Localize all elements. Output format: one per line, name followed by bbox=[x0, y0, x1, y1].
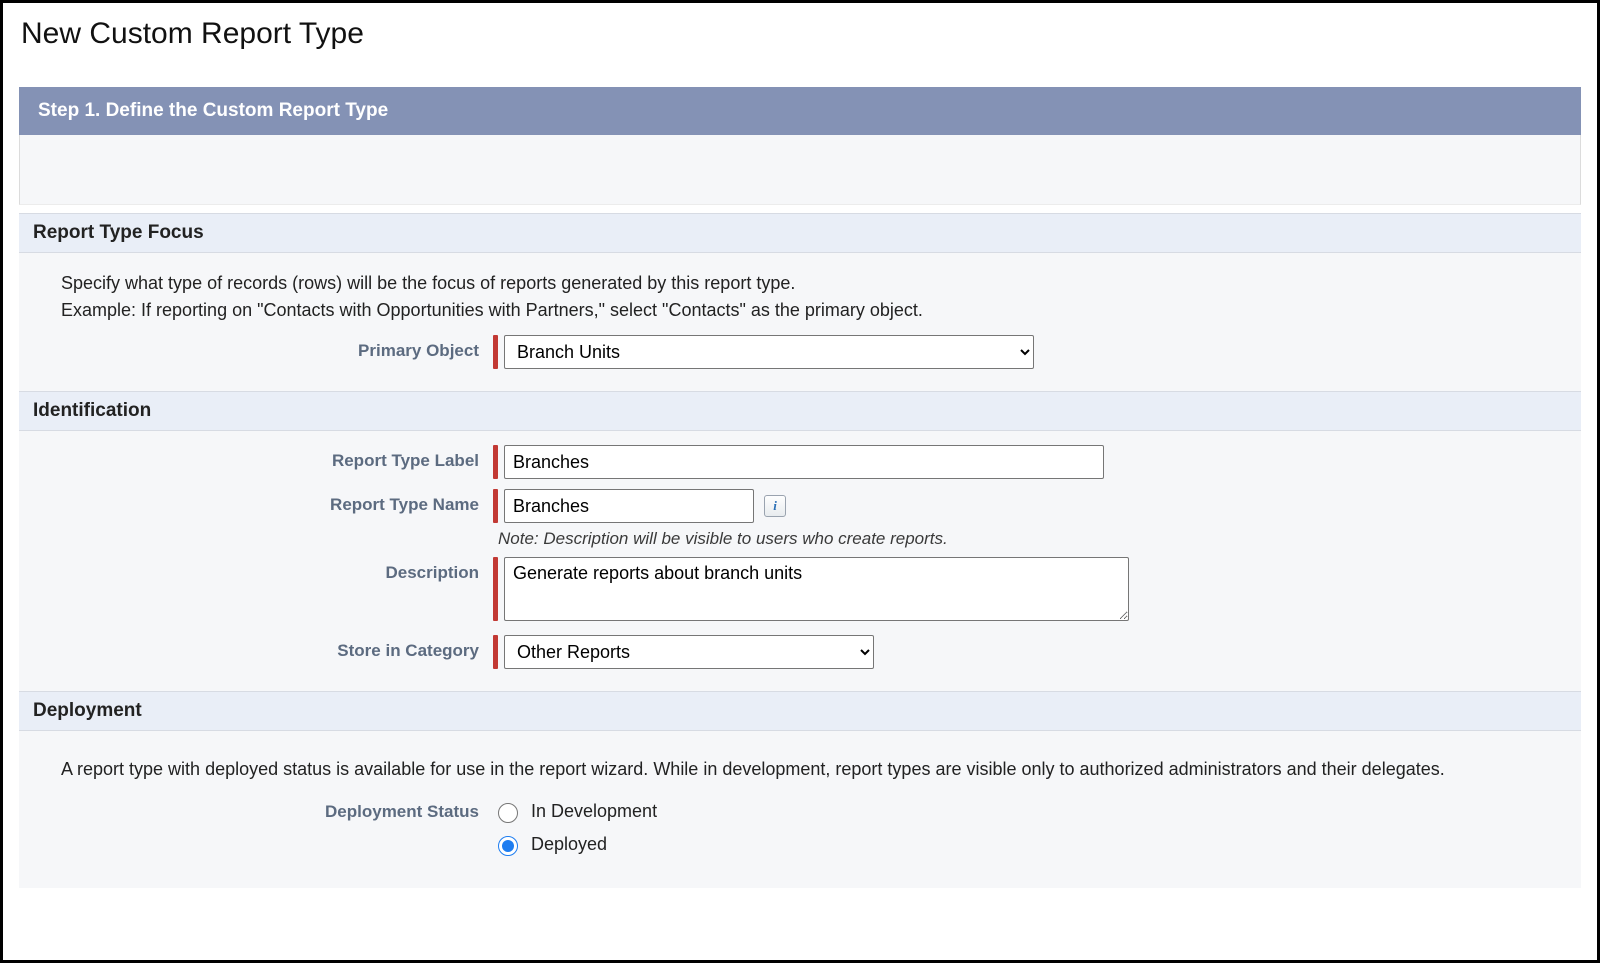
toolbar-blank-band bbox=[19, 135, 1581, 205]
section-body-deployment: A report type with deployed status is av… bbox=[19, 731, 1581, 888]
page-title: New Custom Report Type bbox=[21, 17, 1581, 51]
report-type-label-input[interactable] bbox=[504, 445, 1104, 479]
store-in-category-select[interactable]: Other Reports bbox=[504, 635, 874, 669]
description-label: Description bbox=[33, 557, 493, 583]
primary-object-label: Primary Object bbox=[33, 335, 493, 361]
report-type-name-label: Report Type Name bbox=[33, 489, 493, 515]
section-body-identification: Report Type Label Report Type Name i Not… bbox=[19, 431, 1581, 691]
focus-help-line2: Example: If reporting on "Contacts with … bbox=[61, 300, 1567, 321]
required-indicator bbox=[493, 335, 498, 369]
description-visibility-note: Note: Description will be visible to use… bbox=[498, 529, 1567, 549]
info-icon[interactable]: i bbox=[764, 495, 786, 517]
section-body-focus: Specify what type of records (rows) will… bbox=[19, 253, 1581, 391]
focus-help-line1: Specify what type of records (rows) will… bbox=[61, 273, 1567, 294]
section-heading-focus: Report Type Focus bbox=[19, 213, 1581, 253]
deployment-status-radio-in-development[interactable] bbox=[498, 803, 518, 823]
required-indicator bbox=[493, 489, 498, 523]
report-type-label-label: Report Type Label bbox=[33, 445, 493, 471]
store-in-category-label: Store in Category bbox=[33, 635, 493, 661]
description-textarea[interactable]: Generate reports about branch units bbox=[504, 557, 1129, 621]
required-indicator bbox=[493, 557, 498, 621]
deployment-status-radio-deployed[interactable] bbox=[498, 836, 518, 856]
step-header: Step 1. Define the Custom Report Type bbox=[19, 87, 1581, 135]
required-indicator bbox=[493, 635, 498, 669]
deployment-status-option-label: In Development bbox=[531, 801, 657, 822]
section-heading-deployment: Deployment bbox=[19, 691, 1581, 731]
section-heading-identification: Identification bbox=[19, 391, 1581, 431]
primary-object-select[interactable]: Branch Units bbox=[504, 335, 1034, 369]
deployment-status-option-label: Deployed bbox=[531, 834, 607, 855]
deployment-status-label: Deployment Status bbox=[33, 796, 493, 822]
required-indicator bbox=[493, 445, 498, 479]
report-type-name-input[interactable] bbox=[504, 489, 754, 523]
deployment-help-text: A report type with deployed status is av… bbox=[61, 759, 1567, 780]
